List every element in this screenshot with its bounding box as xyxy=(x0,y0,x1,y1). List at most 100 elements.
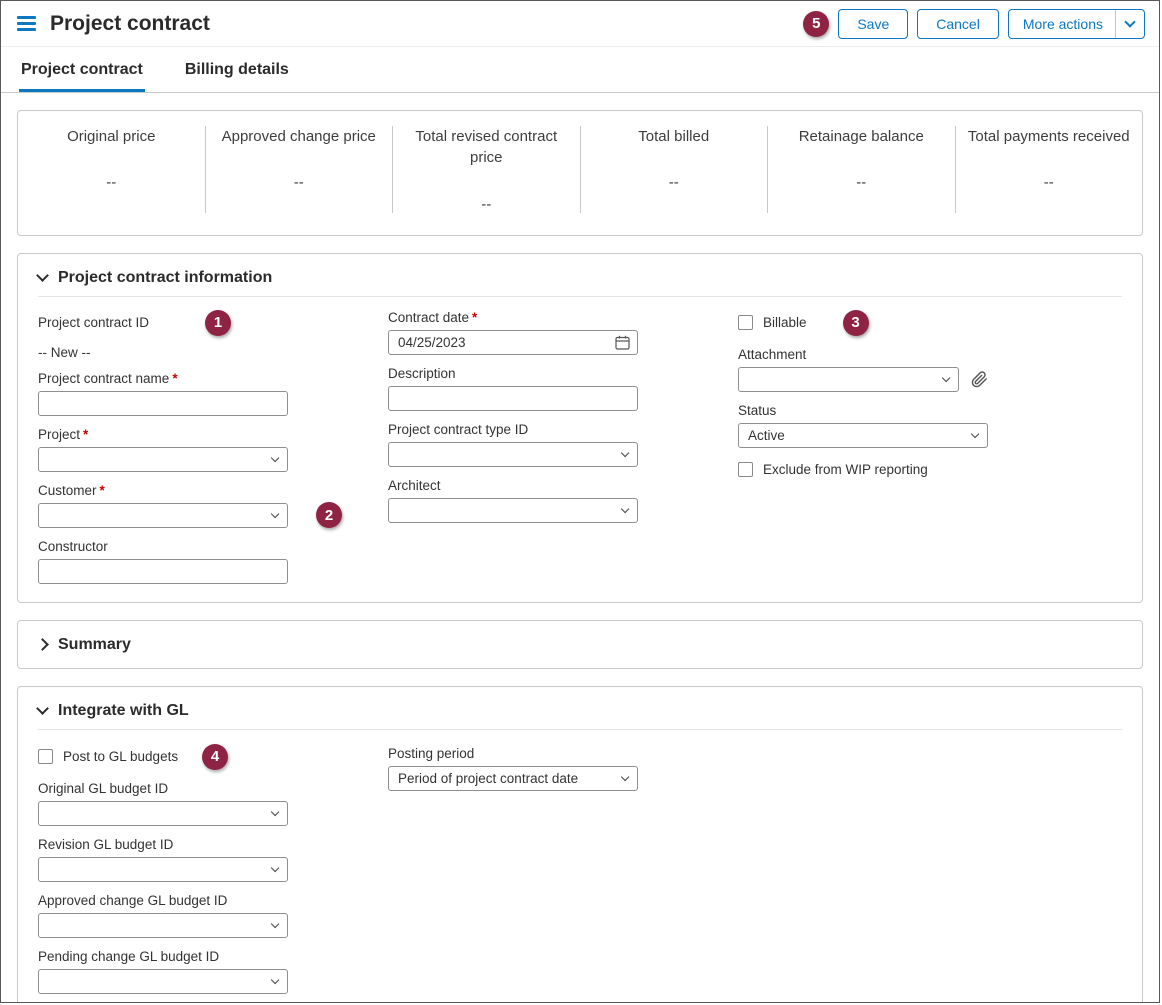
info-column-3: Billable 3 Attachment Status Active xyxy=(738,297,988,584)
tab-billing-details[interactable]: Billing details xyxy=(183,47,291,92)
attachment-label: Attachment xyxy=(738,347,988,362)
cancel-button[interactable]: Cancel xyxy=(917,9,999,39)
section-project-contract-information: Project contract information Project con… xyxy=(17,253,1143,603)
project-contract-name-label: Project contract name* xyxy=(38,371,288,386)
stat-value: -- xyxy=(780,174,943,191)
section-integrate-with-gl: Integrate with GL Post to GL budgets 4 O… xyxy=(17,686,1143,1003)
stat-total-revised-contract-price: Total revised contract price -- xyxy=(393,126,581,213)
chevron-down-icon xyxy=(271,920,280,929)
header-actions: 5 Save Cancel More actions xyxy=(803,9,1145,39)
project-contract-type-id-select[interactable] xyxy=(388,442,638,467)
description-label: Description xyxy=(388,366,638,381)
select-value: Period of project contract date xyxy=(398,771,578,786)
chevron-down-icon xyxy=(36,269,49,282)
callout-badge-4: 4 xyxy=(202,744,228,770)
stat-value: -- xyxy=(218,174,381,191)
project-contract-page: Project contract 5 Save Cancel More acti… xyxy=(0,0,1160,1003)
posting-period-select[interactable]: Period of project contract date xyxy=(388,766,638,791)
stat-label: Original price xyxy=(30,126,193,147)
project-contract-type-id-label: Project contract type ID xyxy=(388,422,638,437)
architect-label: Architect xyxy=(388,478,638,493)
gl-column-1: Post to GL budgets 4 Original GL budget … xyxy=(38,730,288,1003)
callout-badge-3: 3 xyxy=(843,310,869,336)
exclude-wip-checkbox-row: Exclude from WIP reporting xyxy=(738,462,988,477)
project-contract-id-label: Project contract ID 1 xyxy=(38,310,288,336)
more-actions-label: More actions xyxy=(1009,10,1115,38)
tab-project-contract[interactable]: Project contract xyxy=(19,47,145,92)
approved-change-gl-budget-id-label: Approved change GL budget ID xyxy=(38,893,288,908)
post-to-gl-budgets-checkbox[interactable] xyxy=(38,749,53,764)
customer-select[interactable] xyxy=(38,503,288,528)
billable-label: Billable xyxy=(763,315,807,330)
contract-date-label: Contract date* xyxy=(388,310,638,325)
stat-label: Total payments received xyxy=(968,126,1131,147)
billable-checkbox-row: Billable 3 xyxy=(738,310,988,336)
stat-original-price: Original price -- xyxy=(18,126,206,213)
stat-retainage-balance: Retainage balance -- xyxy=(768,126,956,213)
chevron-down-icon xyxy=(942,374,951,383)
chevron-down-icon xyxy=(971,430,980,439)
info-column-2: Contract date* 04/25/2023 Description Pr… xyxy=(388,297,638,584)
stat-value: -- xyxy=(405,196,568,213)
exclude-wip-checkbox[interactable] xyxy=(738,462,753,477)
revision-gl-budget-id-select[interactable] xyxy=(38,857,288,882)
stat-total-payments-received: Total payments received -- xyxy=(956,126,1143,213)
tab-bar: Project contract Billing details xyxy=(1,47,1159,93)
chevron-down-icon xyxy=(271,808,280,817)
original-gl-budget-id-select[interactable] xyxy=(38,801,288,826)
chevron-down-icon xyxy=(271,864,280,873)
section-header-summary[interactable]: Summary xyxy=(38,631,1122,655)
paperclip-icon[interactable] xyxy=(971,371,988,388)
billable-checkbox[interactable] xyxy=(738,315,753,330)
project-label: Project* xyxy=(38,427,288,442)
chevron-down-icon xyxy=(36,702,49,715)
chevron-down-icon xyxy=(271,976,280,985)
attachment-select[interactable] xyxy=(738,367,959,392)
section-header-integrate-with-gl[interactable]: Integrate with GL xyxy=(38,697,1122,721)
menu-icon[interactable] xyxy=(17,16,36,31)
stat-label: Total billed xyxy=(593,126,756,147)
callout-badge-1: 1 xyxy=(205,310,231,336)
required-marker: * xyxy=(83,427,88,442)
constructor-label: Constructor xyxy=(38,539,288,554)
section-header-project-contract-information[interactable]: Project contract information xyxy=(38,264,1122,288)
chevron-down-icon xyxy=(271,454,280,463)
contract-date-input[interactable]: 04/25/2023 xyxy=(388,330,638,355)
approved-change-gl-budget-id-select[interactable] xyxy=(38,913,288,938)
chevron-down-icon xyxy=(621,449,630,458)
post-to-gl-budgets-row: Post to GL budgets 4 xyxy=(38,744,288,770)
stat-label: Retainage balance xyxy=(780,126,943,147)
project-contract-id-value: -- New -- xyxy=(38,345,288,360)
customer-label: Customer* xyxy=(38,483,288,498)
required-marker: * xyxy=(472,310,477,325)
calendar-icon[interactable] xyxy=(615,335,630,350)
constructor-input[interactable] xyxy=(38,559,288,584)
original-gl-budget-id-label: Original GL budget ID xyxy=(38,781,288,796)
info-column-1: Project contract ID 1 -- New -- Project … xyxy=(38,297,288,584)
pending-change-gl-budget-id-select[interactable] xyxy=(38,969,288,994)
required-marker: * xyxy=(172,371,177,386)
more-actions-button[interactable]: More actions xyxy=(1008,9,1145,39)
stat-label: Total revised contract price xyxy=(405,126,568,169)
save-button[interactable]: Save xyxy=(838,9,908,39)
stat-total-billed: Total billed -- xyxy=(581,126,769,213)
description-input[interactable] xyxy=(388,386,638,411)
chevron-down-icon xyxy=(621,505,630,514)
gl-column-2: Posting period Period of project contrac… xyxy=(388,730,638,1003)
posting-period-label: Posting period xyxy=(388,746,638,761)
architect-select[interactable] xyxy=(388,498,638,523)
project-select[interactable] xyxy=(38,447,288,472)
contract-totals-bar: Original price -- Approved change price … xyxy=(17,110,1143,236)
select-value: Active xyxy=(748,428,785,443)
pending-change-gl-budget-id-label: Pending change GL budget ID xyxy=(38,949,288,964)
project-contract-name-input[interactable] xyxy=(38,391,288,416)
section-summary: Summary xyxy=(17,620,1143,669)
section-title: Integrate with GL xyxy=(58,702,189,720)
status-select[interactable]: Active xyxy=(738,423,988,448)
stat-value: -- xyxy=(30,174,193,191)
callout-badge-2: 2 xyxy=(316,502,342,528)
chevron-right-icon xyxy=(36,638,49,651)
header: Project contract 5 Save Cancel More acti… xyxy=(1,1,1159,47)
callout-badge-5: 5 xyxy=(803,11,829,37)
stat-value: -- xyxy=(593,174,756,191)
